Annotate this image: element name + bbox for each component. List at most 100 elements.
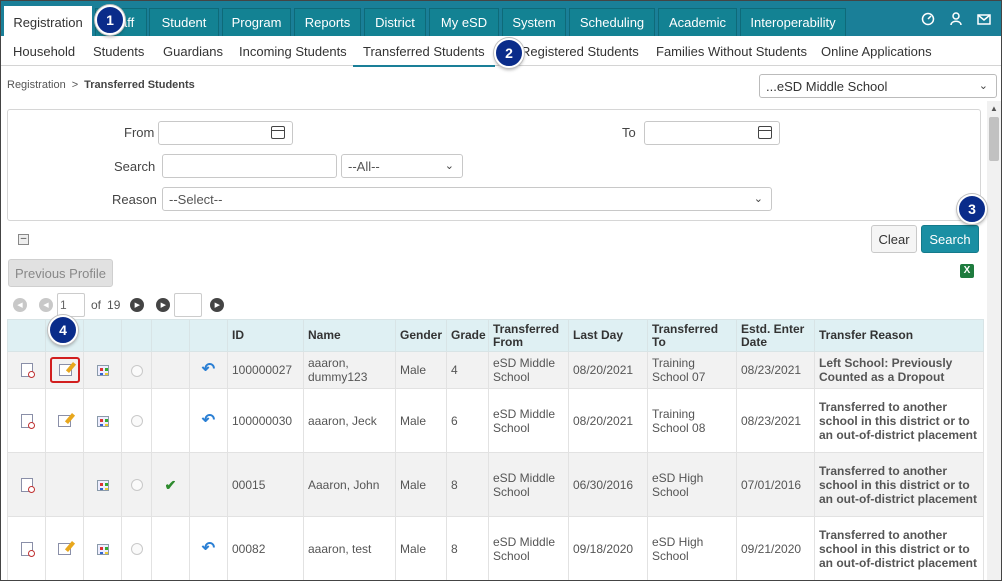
status-cell xyxy=(151,351,190,389)
view-cell xyxy=(7,351,46,389)
row-radio[interactable] xyxy=(130,543,143,556)
row-radio[interactable] xyxy=(130,479,143,492)
cell-last-day: 08/20/2021 xyxy=(568,388,648,453)
search-scope-value: --All-- xyxy=(348,158,380,174)
dashboard-icon[interactable] xyxy=(921,12,935,26)
next-page-icon[interactable]: ▶ xyxy=(130,298,145,312)
header-transfer-reason[interactable]: Transfer Reason xyxy=(814,319,984,352)
header-name[interactable]: Name xyxy=(303,319,396,352)
cell-to: Training School 07 xyxy=(647,351,737,389)
scrollbar-thumb[interactable] xyxy=(989,117,999,161)
cell-enter-date: 09/21/2020 xyxy=(736,516,815,580)
profile-icon[interactable] xyxy=(96,479,109,491)
calendar-icon[interactable] xyxy=(271,126,285,139)
table-row: ↶ 100000027 aaaron, dummy123 Male 4 eSD … xyxy=(7,351,984,389)
cell-gender: Male xyxy=(395,351,447,389)
subtab-transferred-students[interactable]: Transferred Students xyxy=(353,36,495,67)
tab-district[interactable]: District xyxy=(364,8,426,36)
profile-cell xyxy=(83,516,122,580)
tab-academic[interactable]: Academic xyxy=(658,8,737,36)
calendar-icon[interactable] xyxy=(758,126,772,139)
page-scrollbar[interactable]: ▲ xyxy=(987,101,1001,580)
from-date-field[interactable] xyxy=(158,121,293,145)
table-row: ✔ 00015 Aaaron, John Male 8 eSD Middle S… xyxy=(7,452,984,517)
cell-grade: 6 xyxy=(446,388,489,453)
tab-student[interactable]: Student xyxy=(149,8,219,36)
header-grade[interactable]: Grade xyxy=(446,319,489,352)
tab-registration[interactable]: Registration xyxy=(4,6,92,37)
to-label: To xyxy=(622,125,636,140)
view-record-icon[interactable] xyxy=(20,413,35,429)
prev-page-icon[interactable]: ◀ xyxy=(39,298,53,312)
subtab-students[interactable]: Students xyxy=(93,36,144,66)
clear-button[interactable]: Clear xyxy=(871,225,917,253)
step-badge-4: 4 xyxy=(48,315,78,345)
page-size-input[interactable] xyxy=(174,293,203,317)
step-badge-3: 3 xyxy=(957,194,987,224)
undo-transfer-icon[interactable]: ↶ xyxy=(202,362,215,378)
undo-transfer-icon[interactable]: ↶ xyxy=(202,540,215,556)
subtab-household[interactable]: Household xyxy=(13,36,75,66)
profile-icon[interactable] xyxy=(96,543,109,555)
header-id[interactable]: ID xyxy=(227,319,304,352)
cell-gender: Male xyxy=(395,516,447,580)
cell-reason: Transferred to another school in this di… xyxy=(814,452,984,517)
header-transferred-from[interactable]: Transferred From xyxy=(488,319,569,352)
user-icon[interactable] xyxy=(949,12,963,26)
subtab-incoming-students[interactable]: Incoming Students xyxy=(239,36,347,66)
edit-record-icon[interactable] xyxy=(58,364,72,376)
cell-enter-date: 08/23/2021 xyxy=(736,351,815,389)
tab-interoperability[interactable]: Interoperability xyxy=(740,8,846,36)
view-record-icon[interactable] xyxy=(20,363,35,379)
view-cell xyxy=(7,516,46,580)
excel-export-icon[interactable]: X xyxy=(960,264,974,278)
collapse-filter-icon[interactable]: – xyxy=(18,234,29,245)
cell-id: 100000030 xyxy=(227,388,304,453)
subtab-online-applications[interactable]: Online Applications xyxy=(821,36,932,66)
header-enter-date[interactable]: Estd. Enter Date xyxy=(736,319,815,352)
tab-reports[interactable]: Reports xyxy=(294,8,361,36)
undo-cell: ↶ xyxy=(189,516,228,580)
subtab-guardians[interactable]: Guardians xyxy=(163,36,223,66)
mail-icon[interactable] xyxy=(977,12,991,26)
to-date-field[interactable] xyxy=(644,121,780,145)
reason-select[interactable]: --Select-- ⌄ xyxy=(162,187,772,211)
edit-record-icon[interactable] xyxy=(58,415,71,428)
header-last-day[interactable]: Last Day xyxy=(568,319,648,352)
search-scope-select[interactable]: --All-- ⌄ xyxy=(341,154,463,178)
row-radio[interactable] xyxy=(130,364,143,377)
cell-reason: Transferred to another school in this di… xyxy=(814,516,984,580)
tab-scheduling[interactable]: Scheduling xyxy=(569,8,655,36)
view-record-icon[interactable] xyxy=(20,477,35,493)
school-select[interactable]: ...eSD Middle School ⌄ xyxy=(759,74,997,98)
view-record-icon[interactable] xyxy=(20,541,35,557)
tab-program[interactable]: Program xyxy=(222,8,291,36)
tab-my-esd[interactable]: My eSD xyxy=(429,8,499,36)
subtab-registered-students[interactable]: Registered Students xyxy=(521,36,639,66)
profile-icon[interactable] xyxy=(96,365,109,377)
scroll-up-arrow-icon[interactable]: ▲ xyxy=(990,104,998,113)
pager-total-pages: 19 xyxy=(107,298,121,312)
top-icons xyxy=(921,12,991,26)
cell-enter-date: 08/23/2021 xyxy=(736,388,815,453)
previous-profile-button[interactable]: Previous Profile xyxy=(8,259,113,287)
tab-system[interactable]: System xyxy=(502,8,566,36)
breadcrumb-root[interactable]: Registration xyxy=(7,79,66,91)
header-transferred-to[interactable]: Transferred To xyxy=(647,319,737,352)
undo-transfer-icon[interactable]: ↶ xyxy=(202,412,215,428)
edit-record-icon[interactable] xyxy=(58,543,71,556)
page-number-input[interactable]: 1 xyxy=(57,293,85,317)
last-page-icon[interactable]: ▶ xyxy=(156,298,171,312)
cell-grade: 4 xyxy=(446,351,489,389)
header-gender[interactable]: Gender xyxy=(395,319,447,352)
select-cell xyxy=(121,516,152,580)
row-radio[interactable] xyxy=(130,415,143,428)
profile-icon[interactable] xyxy=(96,415,109,427)
subtab-families-without-students[interactable]: Families Without Students xyxy=(656,36,807,66)
cell-id: 00015 xyxy=(227,452,304,517)
search-button[interactable]: Search xyxy=(921,225,979,253)
cell-id: 100000027 xyxy=(227,351,304,389)
search-input[interactable] xyxy=(162,154,337,178)
first-page-icon[interactable]: ◀ xyxy=(13,298,27,312)
go-page-icon[interactable]: ▶ xyxy=(210,298,225,312)
